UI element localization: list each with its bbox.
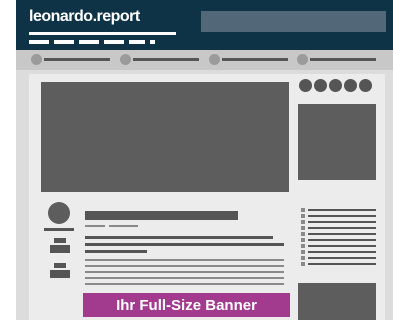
nav-item-label[interactable] [133,58,199,61]
nav-item-icon[interactable] [120,54,131,65]
sidebar-ad-placeholder[interactable] [298,104,376,180]
nav-item-label[interactable] [310,58,376,61]
article-text-line [85,283,284,285]
social-icon[interactable] [299,79,312,92]
header-dash [129,40,145,44]
article-text-line [85,271,284,273]
sidebar-list-line[interactable] [308,245,376,247]
sidebar-list-bullet [301,208,305,212]
sidebar-list-bullet [301,256,305,260]
sidebar-list-line[interactable] [308,263,376,265]
author-avatar [48,202,70,224]
sidebar-list-bullet [301,214,305,218]
sidebar-list-bullet [301,226,305,230]
share-icon-base[interactable] [50,245,70,253]
sidebar-list-bullet [301,220,305,224]
header-dash [29,40,49,44]
article-meta-placeholder [85,225,105,227]
share-icon-top[interactable] [54,238,66,243]
share-icon-base[interactable] [50,270,70,278]
social-icon[interactable] [359,79,372,92]
social-icon[interactable] [344,79,357,92]
header-search-placeholder[interactable] [201,11,386,32]
social-icon[interactable] [329,79,342,92]
site-logo[interactable]: leonardo.report [29,8,140,26]
nav-item-icon[interactable] [297,54,308,65]
nav-item-icon[interactable] [209,54,220,65]
author-underline [44,228,74,231]
sidebar-list-line[interactable] [308,257,376,259]
article-text-line [85,236,273,239]
header-dash [54,40,74,44]
article-text-line [85,250,147,253]
sidebar-bottom-placeholder[interactable] [298,283,376,320]
nav-item-label[interactable] [222,58,288,61]
sidebar-list-line[interactable] [308,221,376,223]
article-headline-placeholder [85,211,238,220]
article-text-line [85,265,284,267]
article-text-line [85,259,284,261]
hero-image-placeholder[interactable] [41,82,289,192]
header-dash [79,40,99,44]
social-icon[interactable] [314,79,327,92]
full-size-banner[interactable]: Ihr Full-Size Banner [83,293,290,317]
nav-item-icon[interactable] [31,54,42,65]
sidebar-list-line[interactable] [308,251,376,253]
article-meta-placeholder [109,225,138,227]
share-icon-top[interactable] [54,263,66,268]
sidebar-list-line[interactable] [308,239,376,241]
article-text-line [85,277,284,279]
sidebar-list-line[interactable] [308,215,376,217]
sidebar-list-bullet [301,232,305,236]
header-dash [150,40,155,44]
sidebar-list-line[interactable] [308,209,376,211]
nav-item-label[interactable] [44,58,110,61]
article-text-line [85,243,284,246]
sidebar-list-bullet [301,238,305,242]
sidebar-list-bullet [301,262,305,266]
sidebar-list-bullet [301,244,305,248]
sidebar-list-bullet [301,250,305,254]
header-tagline-line [29,32,176,35]
header-dash [104,40,124,44]
sidebar-list-line[interactable] [308,233,376,235]
sidebar-list-line[interactable] [308,227,376,229]
